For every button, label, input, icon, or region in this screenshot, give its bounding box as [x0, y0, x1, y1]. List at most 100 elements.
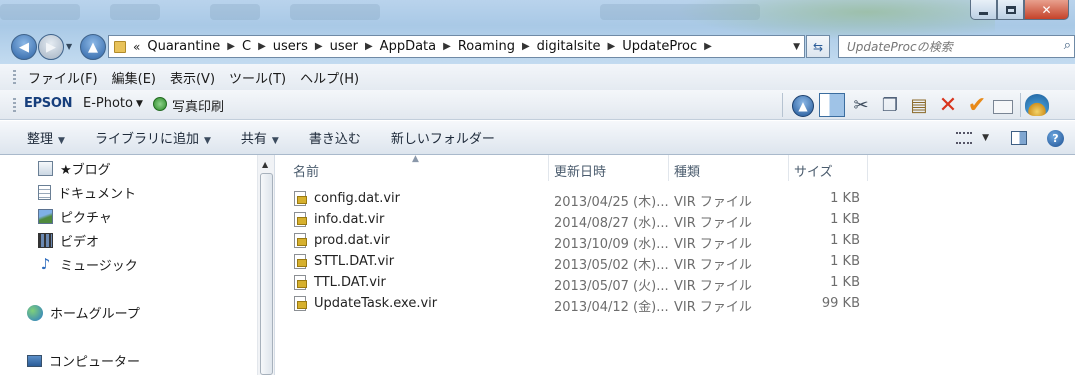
- scroll-up-icon[interactable]: ▲: [262, 160, 268, 169]
- copy-icon[interactable]: ❐: [877, 92, 903, 118]
- menu-view[interactable]: 表示(V): [170, 68, 215, 87]
- file-row[interactable]: info.dat.vir 2014/08/27 (水)... VIR ファイル …: [290, 210, 870, 231]
- paste-icon[interactable]: ▤: [906, 92, 932, 118]
- breadcrumb-separator[interactable]: ▶: [365, 41, 373, 52]
- column-size[interactable]: サイズ: [794, 161, 833, 180]
- column-divider[interactable]: [867, 155, 868, 181]
- pictures-icon: [38, 209, 53, 224]
- breadcrumb-digitalsite[interactable]: digitalsite: [537, 39, 601, 54]
- command-bar: 整理 ▼ ライブラリに追加 ▼ 共有 ▼ 書き込む 新しいフォルダー ▼ ?: [0, 121, 1075, 155]
- search-box[interactable]: ⌕: [838, 35, 1075, 58]
- chevron-down-icon: ▼: [58, 136, 65, 146]
- column-headers: ▲ 名前 更新日時 種類 サイズ: [276, 154, 1075, 181]
- organize-button[interactable]: 整理 ▼: [27, 128, 65, 147]
- breadcrumb-separator[interactable]: ▶: [522, 41, 530, 52]
- file-row[interactable]: prod.dat.vir 2013/10/09 (水)... VIR ファイル …: [290, 231, 870, 252]
- minimize-button[interactable]: [970, 0, 997, 20]
- mail-icon[interactable]: [993, 100, 1013, 114]
- breadcrumb-quarantine[interactable]: Quarantine: [147, 39, 220, 54]
- photo-print-button[interactable]: 写真印刷: [172, 96, 224, 115]
- locked-file-icon: [294, 233, 307, 248]
- help-icon[interactable]: ?: [1047, 129, 1064, 147]
- nav-item-computer[interactable]: コンピューター: [27, 351, 140, 370]
- folders-pane-icon[interactable]: [819, 93, 845, 117]
- address-dropdown-icon[interactable]: ▼: [793, 42, 800, 52]
- breadcrumb-separator[interactable]: ▶: [443, 41, 451, 52]
- file-row[interactable]: UpdateTask.exe.vir 2013/04/12 (金)... VIR…: [290, 294, 870, 315]
- file-row[interactable]: config.dat.vir 2013/04/25 (木)... VIR ファイ…: [290, 189, 870, 210]
- ephoto-dropdown-icon[interactable]: ▼: [136, 99, 143, 109]
- menu-edit[interactable]: 編集(E): [112, 68, 156, 87]
- share-button[interactable]: 共有 ▼: [241, 128, 279, 147]
- locked-file-icon: [294, 296, 307, 311]
- shell-icon[interactable]: [1025, 94, 1049, 116]
- breadcrumb-user[interactable]: user: [330, 39, 358, 54]
- file-modified: 2013/04/25 (木)...: [554, 195, 669, 210]
- breadcrumb-c[interactable]: C: [242, 39, 251, 54]
- file-size: 1 KB: [830, 233, 860, 248]
- nav-scrollbar[interactable]: ▲: [257, 155, 274, 375]
- column-modified[interactable]: 更新日時: [554, 161, 606, 180]
- recent-pages-dropdown[interactable]: ▼: [66, 42, 72, 51]
- search-icon[interactable]: ⌕: [1064, 38, 1071, 53]
- menu-tools[interactable]: ツール(T): [229, 68, 286, 87]
- up-button[interactable]: ▲: [80, 34, 106, 60]
- menu-help[interactable]: ヘルプ(H): [300, 68, 359, 87]
- breadcrumb-appdata[interactable]: AppData: [380, 39, 436, 54]
- view-options-icon[interactable]: [956, 132, 973, 144]
- breadcrumb-separator[interactable]: ▶: [704, 41, 712, 52]
- up-folder-icon[interactable]: ▲: [792, 95, 814, 117]
- file-modified: 2013/04/12 (金)...: [554, 300, 669, 315]
- breadcrumb-separator[interactable]: ▶: [227, 41, 235, 52]
- chevron-down-icon: ▼: [203, 136, 211, 146]
- add-to-library-label: ライブラリに追加: [94, 132, 199, 147]
- preview-pane-icon[interactable]: [1011, 131, 1027, 145]
- breadcrumb-updateproc[interactable]: UpdateProc: [622, 39, 697, 54]
- column-divider[interactable]: [548, 155, 549, 181]
- close-button[interactable]: ✕: [1024, 0, 1069, 20]
- column-divider[interactable]: [668, 155, 669, 181]
- breadcrumb-separator[interactable]: ▶: [608, 41, 616, 52]
- toolbar-grip[interactable]: [13, 70, 16, 84]
- menu-file[interactable]: ファイル(F): [28, 68, 98, 87]
- breadcrumb-roaming[interactable]: Roaming: [458, 39, 515, 54]
- navigation-pane: ★ブログ ドキュメント ピクチャ ビデオ ♪ ミュージック ホームグループ コンピ…: [0, 155, 275, 375]
- nav-item-music[interactable]: ♪ ミュージック: [38, 255, 138, 275]
- maximize-button[interactable]: [997, 0, 1024, 20]
- locked-file-icon: [294, 212, 307, 227]
- toolbar-grip[interactable]: [13, 98, 16, 112]
- breadcrumb-separator[interactable]: ▶: [258, 41, 266, 52]
- photo-print-icon[interactable]: [153, 97, 167, 111]
- breadcrumb-separator[interactable]: ▶: [315, 41, 323, 52]
- search-input[interactable]: [847, 39, 1047, 54]
- cut-icon[interactable]: ✂: [848, 92, 874, 118]
- share-label: 共有: [240, 132, 267, 147]
- nav-item-pictures[interactable]: ピクチャ: [38, 207, 112, 226]
- delete-icon[interactable]: ✕: [935, 92, 961, 118]
- view-options-dropdown[interactable]: ▼: [982, 133, 989, 143]
- column-type[interactable]: 種類: [674, 161, 700, 180]
- nav-item-videos[interactable]: ビデオ: [38, 231, 99, 250]
- ephoto-button[interactable]: E-Photo: [83, 96, 133, 111]
- breadcrumb-users[interactable]: users: [273, 39, 308, 54]
- file-row[interactable]: TTL.DAT.vir 2013/05/07 (火)... VIR ファイル 1…: [290, 273, 870, 294]
- nav-item-documents[interactable]: ドキュメント: [38, 183, 136, 202]
- file-modified: 2013/05/07 (火)...: [554, 279, 669, 294]
- nav-item-blog[interactable]: ★ブログ: [38, 159, 111, 178]
- refresh-button[interactable]: ⇆: [806, 35, 830, 58]
- epson-logo: EPSON: [24, 96, 73, 111]
- address-overflow[interactable]: «: [133, 40, 140, 54]
- column-name[interactable]: 名前: [293, 161, 319, 180]
- file-size: 1 KB: [830, 275, 860, 290]
- column-divider[interactable]: [788, 155, 789, 181]
- burn-button[interactable]: 書き込む: [309, 128, 361, 147]
- checkmark-icon[interactable]: ✔: [964, 92, 990, 118]
- add-to-library-button[interactable]: ライブラリに追加 ▼: [95, 128, 211, 147]
- new-folder-button[interactable]: 新しいフォルダー: [391, 128, 495, 147]
- forward-button[interactable]: ▶: [38, 34, 64, 60]
- file-row[interactable]: STTL.DAT.vir 2013/05/02 (木)... VIR ファイル …: [290, 252, 870, 273]
- back-button[interactable]: ◀: [11, 34, 37, 60]
- nav-item-homegroup[interactable]: ホームグループ: [27, 303, 140, 322]
- scrollbar-thumb[interactable]: [260, 173, 273, 375]
- address-bar[interactable]: « Quarantine ▶ C ▶ users ▶ user ▶ AppData ▶ R…: [108, 35, 805, 58]
